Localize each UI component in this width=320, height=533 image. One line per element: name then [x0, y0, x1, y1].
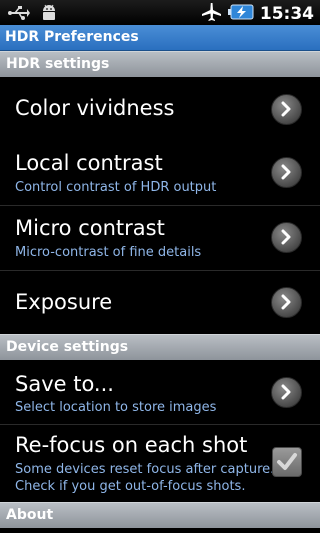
- airplane-mode-icon: [200, 2, 222, 26]
- pref-title: Local contrast: [15, 151, 163, 175]
- section-header-hdr-settings: HDR settings: [0, 51, 320, 77]
- pref-summary-line-1: Some devices reset focus after capture.: [15, 462, 275, 477]
- section-title: HDR settings: [6, 56, 110, 72]
- section-title: About: [6, 507, 54, 523]
- pref-micro-contrast[interactable]: Micro contrast Micro-contrast of fine de…: [0, 206, 320, 271]
- android-debug-icon: [40, 3, 58, 26]
- pref-local-contrast[interactable]: Local contrast Control contrast of HDR o…: [0, 141, 320, 206]
- app-title-bar: HDR Preferences: [0, 25, 320, 51]
- chevron-right-icon: [271, 94, 302, 125]
- chevron-right-icon: [271, 157, 302, 188]
- pref-summary-line-2: Check if you get out-of-focus shots.: [15, 479, 246, 494]
- pref-title: Color vividness: [15, 96, 175, 120]
- page-title: HDR Preferences: [5, 29, 139, 45]
- battery-charging-icon: [227, 3, 254, 25]
- pref-summary: Control contrast of HDR output: [15, 180, 217, 195]
- usb-icon: [8, 5, 30, 25]
- pref-color-vividness[interactable]: Color vividness: [0, 77, 320, 142]
- pref-title: Re-focus on each shot: [15, 433, 248, 457]
- pref-save-to[interactable]: Save to... Select location to store imag…: [0, 360, 320, 425]
- pref-refocus-each-shot[interactable]: Re-focus on each shot Some devices reset…: [0, 425, 320, 502]
- section-header-about: About: [0, 502, 320, 528]
- pref-summary: Micro-contrast of fine details: [15, 245, 202, 260]
- pref-title: Micro contrast: [15, 216, 165, 240]
- refocus-checkbox[interactable]: [272, 447, 302, 477]
- pref-title: Save to...: [15, 372, 114, 396]
- pref-summary: Select location to store images: [15, 400, 217, 415]
- chevron-right-icon: [271, 377, 302, 408]
- status-clock: 15:34: [259, 4, 314, 24]
- chevron-right-icon: [271, 222, 302, 253]
- status-bar: 15:34: [0, 0, 320, 25]
- section-title: Device settings: [6, 339, 129, 355]
- pref-title: Exposure: [15, 290, 113, 314]
- chevron-right-icon: [271, 287, 302, 318]
- pref-exposure[interactable]: Exposure: [0, 271, 320, 334]
- section-header-device-settings: Device settings: [0, 334, 320, 360]
